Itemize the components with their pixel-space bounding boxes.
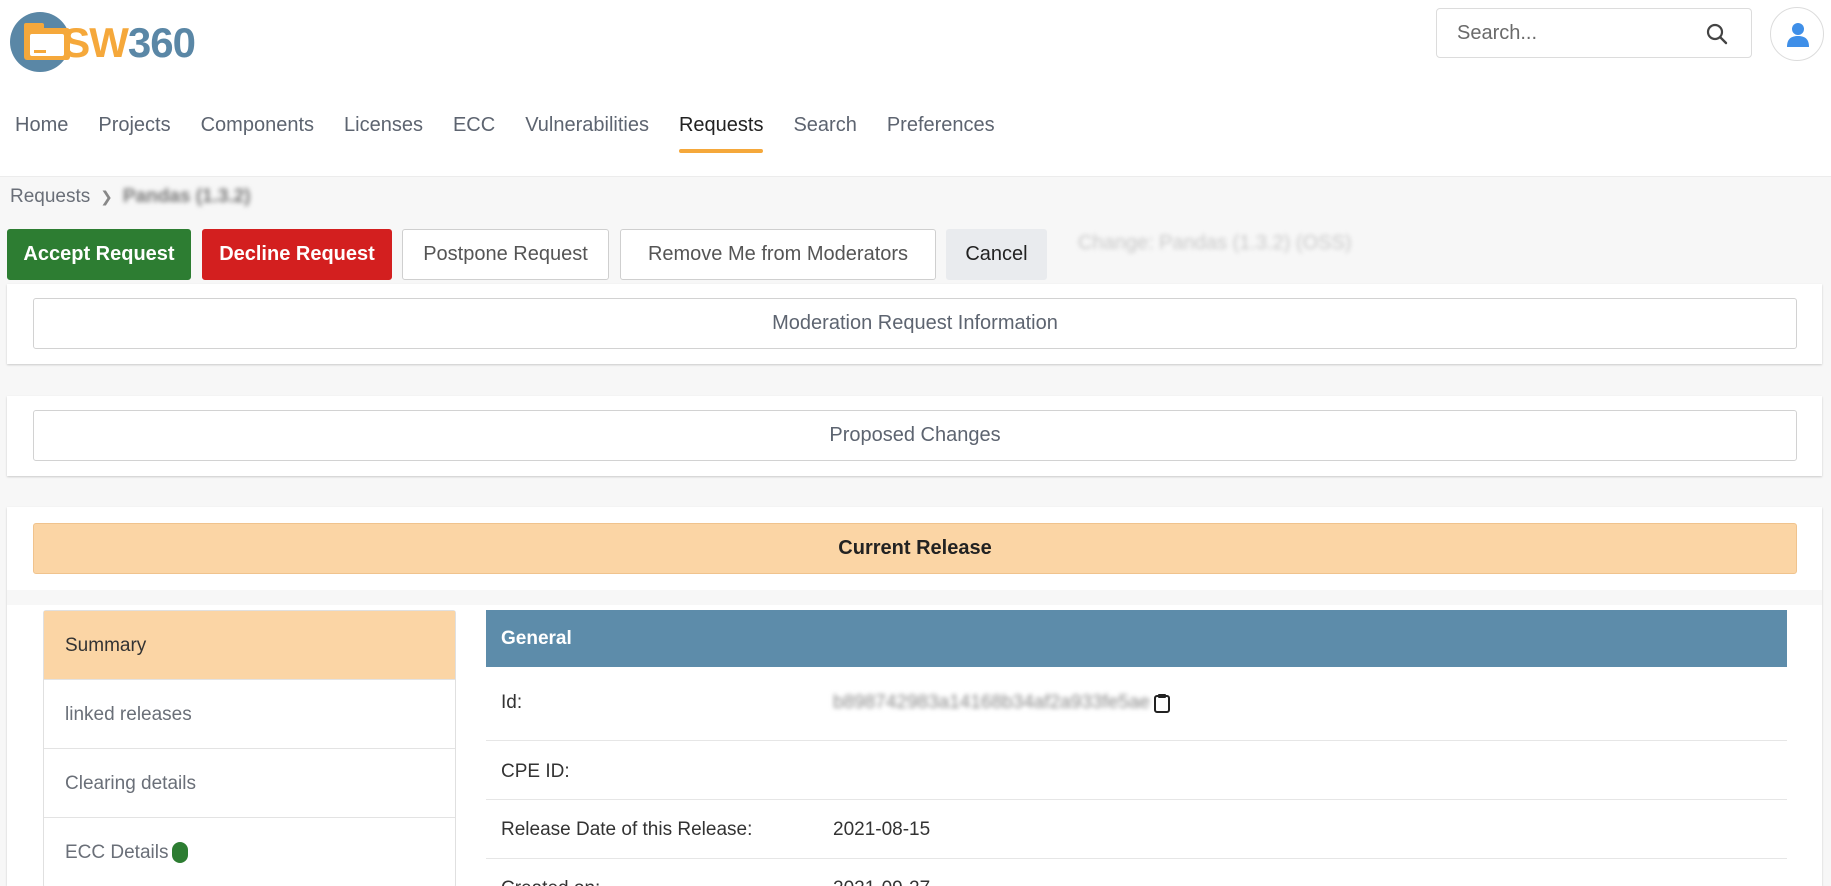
remove-moderator-button[interactable]: Remove Me from Moderators — [620, 229, 936, 280]
side-item-label: linked releases — [65, 703, 192, 725]
release-id-value: b898742983a14168b34af2a933fe5ae — [833, 692, 1150, 713]
user-icon — [1787, 23, 1809, 47]
request-title: Change: Pandas (1.3.2) (OSS) — [1078, 232, 1352, 254]
main-nav: Home Projects Components Licenses ECC Vu… — [0, 100, 1010, 156]
search-icon[interactable] — [1705, 22, 1729, 46]
nav-components[interactable]: Components — [186, 100, 329, 153]
general-table-header: General — [486, 610, 1787, 667]
row-key: Id: — [501, 692, 523, 713]
nav-projects[interactable]: Projects — [83, 100, 185, 153]
nav-home[interactable]: Home — [0, 100, 83, 153]
nav-licenses[interactable]: Licenses — [329, 100, 438, 153]
row-key: Created on: — [501, 878, 600, 886]
general-table: General Id: b898742983a14168b34af2a933fe… — [486, 610, 1787, 886]
nav-requests[interactable]: Requests — [664, 100, 779, 153]
proposed-changes-header[interactable]: Proposed Changes — [33, 410, 1797, 461]
row-value: 2021-08-15 — [833, 819, 931, 840]
moderation-info-header[interactable]: Moderation Request Information — [33, 298, 1797, 349]
action-toolbar: Accept Request Decline Request Postpone … — [0, 216, 1831, 284]
table-row: Created on: 2021-09-27 — [486, 859, 1787, 886]
chevron-right-icon: ❯ — [100, 189, 113, 206]
table-row: Id: b898742983a14168b34af2a933fe5ae — [486, 667, 1787, 741]
row-value: 2021-09-27 — [833, 878, 930, 886]
current-release-header[interactable]: Current Release — [33, 523, 1797, 574]
user-avatar-button[interactable] — [1770, 7, 1824, 61]
nav-vulnerabilities[interactable]: Vulnerabilities — [510, 100, 664, 153]
side-item-label: Clearing details — [65, 772, 196, 794]
proposed-changes-panel: Proposed Changes — [7, 396, 1822, 476]
side-item-label: Summary — [65, 634, 147, 656]
table-row: Release Date of this Release: 2021-08-15 — [486, 800, 1787, 859]
copy-icon[interactable] — [1153, 693, 1171, 713]
table-row: CPE ID: — [486, 741, 1787, 800]
breadcrumb: Requests ❯ Pandas (1.3.2) — [10, 186, 251, 208]
cancel-button[interactable]: Cancel — [946, 229, 1047, 280]
decline-request-button[interactable]: Decline Request — [202, 229, 392, 280]
nav-search[interactable]: Search — [778, 100, 871, 153]
breadcrumb-bar: Requests ❯ Pandas (1.3.2) — [0, 176, 1831, 216]
logo-text: SW360 — [62, 19, 196, 66]
postpone-request-button[interactable]: Postpone Request — [402, 229, 609, 280]
app-header: SW360 Home Projects Components Licenses … — [0, 0, 1831, 176]
ecc-status-icon — [172, 842, 189, 863]
sw360-logo[interactable]: SW360 — [10, 12, 196, 74]
accept-request-button[interactable]: Accept Request — [7, 229, 191, 280]
side-item-linked-releases[interactable]: linked releases — [44, 680, 455, 749]
moderation-info-panel: Moderation Request Information — [7, 284, 1822, 364]
side-item-summary[interactable]: Summary — [44, 611, 455, 680]
row-key: CPE ID: — [501, 761, 570, 782]
side-item-clearing-details[interactable]: Clearing details — [44, 749, 455, 818]
logo-icon — [10, 12, 70, 74]
breadcrumb-current: Pandas (1.3.2) — [122, 186, 251, 207]
nav-ecc[interactable]: ECC — [438, 100, 510, 153]
global-search — [1436, 8, 1752, 58]
row-key: Release Date of this Release: — [501, 819, 753, 840]
side-item-label: ECC Details — [65, 842, 169, 863]
search-input[interactable] — [1457, 21, 1687, 45]
release-side-menu: Summary linked releases Clearing details… — [43, 610, 456, 886]
nav-preferences[interactable]: Preferences — [872, 100, 1010, 153]
side-item-ecc-details[interactable]: ECC Details — [44, 818, 455, 886]
breadcrumb-requests-link[interactable]: Requests — [10, 186, 90, 208]
